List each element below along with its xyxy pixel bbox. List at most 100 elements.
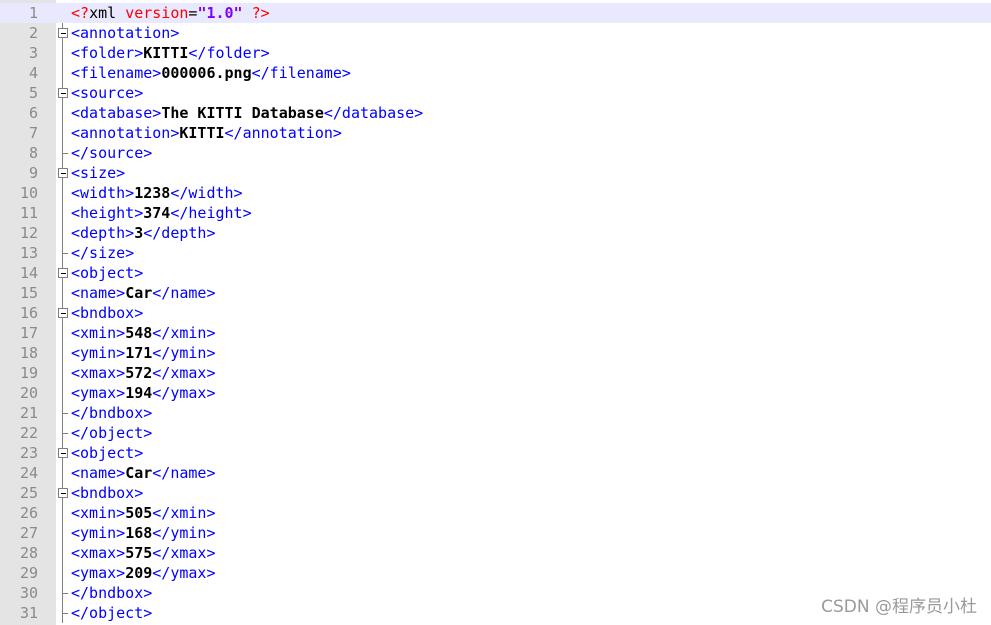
code-line[interactable]: 21 </bndbox> xyxy=(0,403,991,423)
code-line[interactable]: 7 <annotation>KITTI</annotation> xyxy=(0,123,991,143)
open-tag: <object> xyxy=(71,444,144,462)
code-text[interactable]: <name>Car</name> xyxy=(71,463,216,483)
fold-toggle-icon[interactable] xyxy=(56,163,69,183)
code-line[interactable]: 4 <filename>000006.png</filename> xyxy=(0,63,991,83)
fold-toggle-icon[interactable] xyxy=(56,303,69,323)
close-tag: </source> xyxy=(71,144,153,162)
code-text[interactable]: </object> xyxy=(71,603,152,623)
code-text[interactable]: <name>Car</name> xyxy=(71,283,216,303)
fold-toggle-icon[interactable] xyxy=(56,443,69,463)
code-text[interactable]: <ymin>171</ymin> xyxy=(71,343,216,363)
line-number: 25 xyxy=(19,484,38,502)
code-text[interactable]: <object> xyxy=(71,263,143,283)
code-text[interactable]: </bndbox> xyxy=(71,583,152,603)
tag-value: Car xyxy=(125,284,153,302)
open-tag: <xmin> xyxy=(71,324,126,342)
fold-empty xyxy=(56,3,69,23)
code-text[interactable]: </source> xyxy=(71,143,152,163)
code-text[interactable]: <height>374</height> xyxy=(71,203,252,223)
close-tag: </xmin> xyxy=(152,504,216,522)
code-text[interactable]: <object> xyxy=(71,443,143,463)
code-text[interactable]: <width>1238</width> xyxy=(71,183,243,203)
line-number: 7 xyxy=(28,124,38,142)
code-line[interactable]: 19 <xmax>572</xmax> xyxy=(0,363,991,383)
code-text[interactable]: <depth>3</depth> xyxy=(71,223,216,243)
code-text[interactable]: <ymax>194</ymax> xyxy=(71,383,216,403)
code-line[interactable]: 20 <ymax>194</ymax> xyxy=(0,383,991,403)
code-line[interactable]: 25 <bndbox> xyxy=(0,483,991,503)
code-text[interactable]: </object> xyxy=(71,423,152,443)
code-line[interactable]: 24 <name>Car</name> xyxy=(0,463,991,483)
code-text[interactable]: <folder>KITTI</folder> xyxy=(71,43,270,63)
fold-toggle-icon[interactable] xyxy=(56,263,69,283)
code-line[interactable]: 2 <annotation> xyxy=(0,23,991,43)
code-line[interactable]: 5 <source> xyxy=(0,83,991,103)
fold-toggle-icon[interactable] xyxy=(56,83,69,103)
code-line[interactable]: 9 <size> xyxy=(0,163,991,183)
code-line[interactable]: 18 <ymin>171</ymin> xyxy=(0,343,991,363)
code-line[interactable]: 15 <name>Car</name> xyxy=(0,283,991,303)
fold-line-icon xyxy=(56,543,69,563)
close-tag: </width> xyxy=(170,184,243,202)
tag-value: The KITTI Database xyxy=(161,104,324,122)
close-tag: </object> xyxy=(71,424,153,442)
code-text[interactable]: <filename>000006.png</filename> xyxy=(71,63,351,83)
code-line[interactable]: 17 <xmin>548</xmin> xyxy=(0,323,991,343)
code-line[interactable]: 28 <xmax>575</xmax> xyxy=(0,543,991,563)
code-text[interactable]: <size> xyxy=(71,163,125,183)
code-line[interactable]: 22 </object> xyxy=(0,423,991,443)
fold-end-icon xyxy=(56,603,69,623)
tag-value: 168 xyxy=(125,524,153,542)
code-text[interactable]: <database>The KITTI Database</database> xyxy=(71,103,423,123)
fold-line-icon xyxy=(56,323,69,343)
code-text[interactable]: <annotation>KITTI</annotation> xyxy=(71,123,342,143)
code-line[interactable]: 11 <height>374</height> xyxy=(0,203,991,223)
code-text[interactable]: <xmax>572</xmax> xyxy=(71,363,216,383)
code-line[interactable]: 1 <?xml version="1.0" ?> xyxy=(0,3,991,23)
code-text[interactable]: <source> xyxy=(71,83,143,103)
xml-declaration-open: <? xyxy=(71,4,90,22)
code-text[interactable]: <xmin>505</xmin> xyxy=(71,503,216,523)
code-text[interactable]: <annotation> xyxy=(71,23,179,43)
code-text[interactable]: </bndbox> xyxy=(71,403,152,423)
fold-end-icon xyxy=(56,243,69,263)
code-line[interactable]: 3 <folder>KITTI</folder> xyxy=(0,43,991,63)
code-text[interactable]: <ymax>209</ymax> xyxy=(71,563,216,583)
code-line[interactable]: 12 <depth>3</depth> xyxy=(0,223,991,243)
code-line[interactable]: 26 <xmin>505</xmin> xyxy=(0,503,991,523)
open-tag: <filename> xyxy=(71,64,162,82)
code-text[interactable]: <xmax>575</xmax> xyxy=(71,543,216,563)
line-number: 13 xyxy=(19,244,38,262)
close-tag: </ymax> xyxy=(152,564,216,582)
close-tag: </bndbox> xyxy=(71,584,153,602)
close-tag: </ymin> xyxy=(152,524,216,542)
tag-value: 3 xyxy=(134,224,144,242)
code-text[interactable]: <?xml version="1.0" ?> xyxy=(71,3,270,23)
line-number: 20 xyxy=(19,384,38,402)
code-text[interactable]: <xmin>548</xmin> xyxy=(71,323,216,343)
code-text[interactable]: <ymin>168</ymin> xyxy=(71,523,216,543)
code-text[interactable]: </size> xyxy=(71,243,134,263)
tag-value: 505 xyxy=(125,504,153,522)
tag-value: 1238 xyxy=(134,184,171,202)
close-tag: </name> xyxy=(152,464,216,482)
code-line[interactable]: 14 <object> xyxy=(0,263,991,283)
code-line[interactable]: 27 <ymin>168</ymin> xyxy=(0,523,991,543)
code-line[interactable]: 8 </source> xyxy=(0,143,991,163)
close-tag: </database> xyxy=(323,104,424,122)
line-number: 15 xyxy=(19,284,38,302)
code-line[interactable]: 23 <object> xyxy=(0,443,991,463)
code-text[interactable]: <bndbox> xyxy=(71,483,143,503)
tag-value: KITTI xyxy=(179,124,225,142)
close-tag: </xmax> xyxy=(152,364,216,382)
fold-toggle-icon[interactable] xyxy=(56,23,69,43)
open-tag: <bndbox> xyxy=(71,484,144,502)
code-line[interactable]: 29 <ymax>209</ymax> xyxy=(0,563,991,583)
code-line[interactable]: 13 </size> xyxy=(0,243,991,263)
code-text[interactable]: <bndbox> xyxy=(71,303,143,323)
code-line[interactable]: 6 <database>The KITTI Database</database> xyxy=(0,103,991,123)
code-line[interactable]: 16 <bndbox> xyxy=(0,303,991,323)
code-line[interactable]: 10 <width>1238</width> xyxy=(0,183,991,203)
fold-toggle-icon[interactable] xyxy=(56,483,69,503)
close-tag: </size> xyxy=(71,244,135,262)
